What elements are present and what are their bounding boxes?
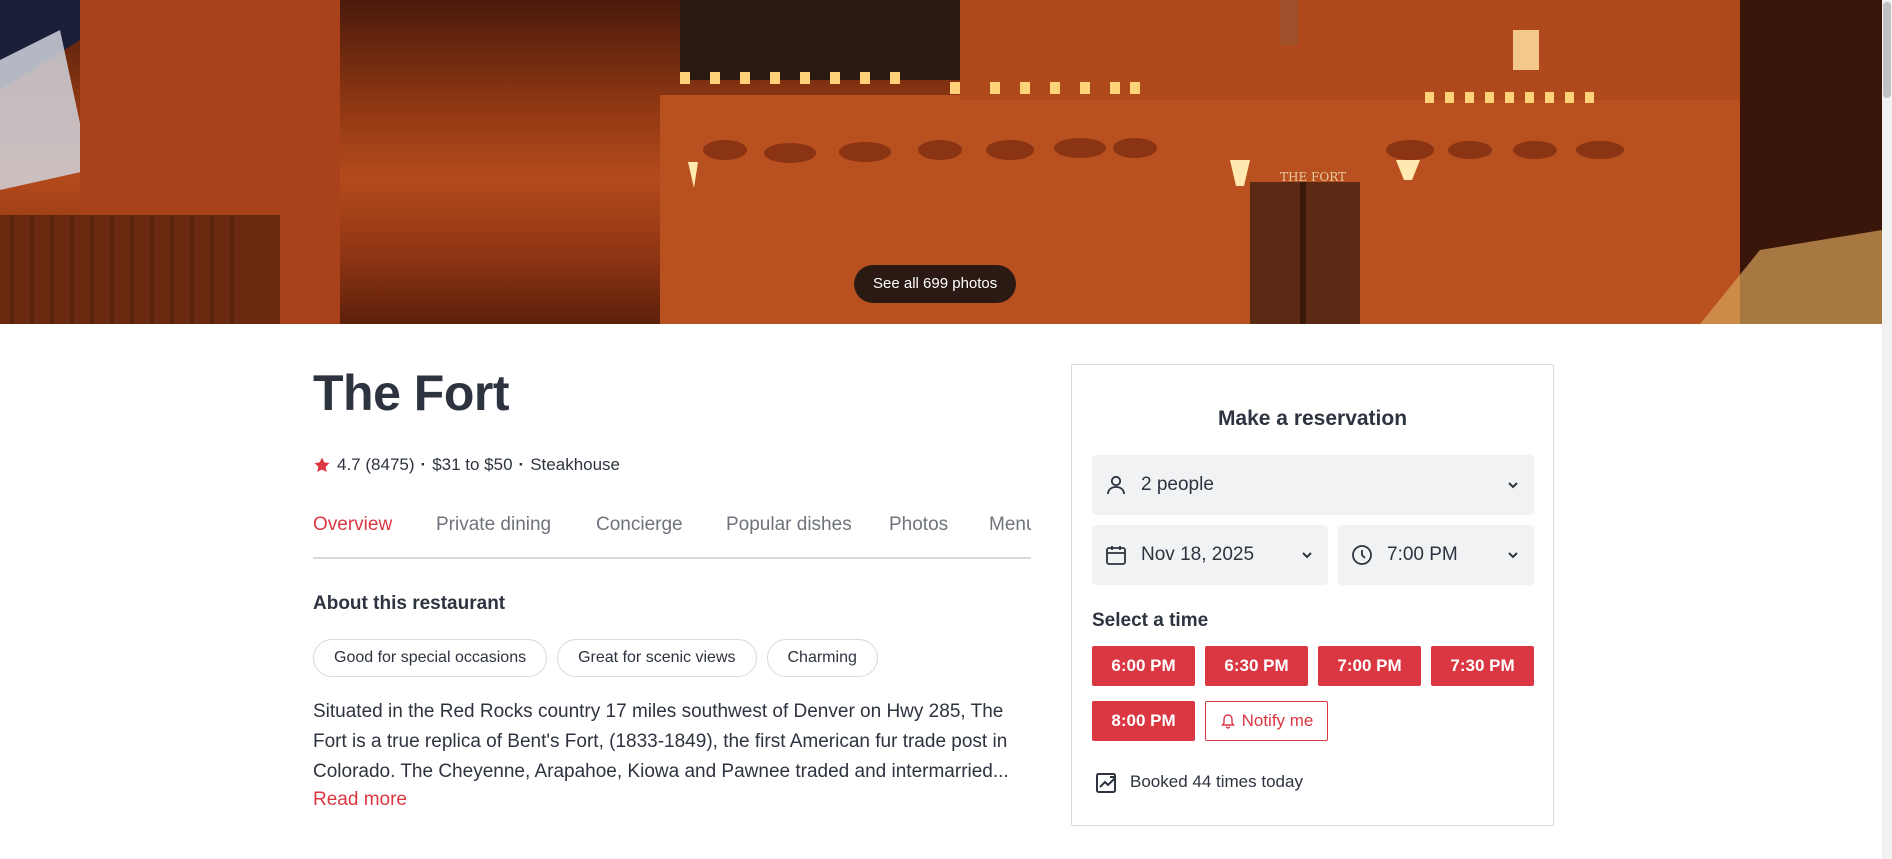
date-value: Nov 18, 2025 [1141, 544, 1255, 565]
scrollbar-thumb[interactable] [1883, 2, 1891, 98]
time-slot-button[interactable]: 6:00 PM [1092, 646, 1195, 686]
party-size-value: 2 people [1141, 474, 1214, 495]
review-count[interactable]: (8475) [365, 455, 414, 475]
price-range: $31 to $50 [432, 455, 513, 474]
about-heading: About this restaurant [313, 593, 506, 614]
time-value: 7:00 PM [1387, 544, 1458, 565]
tag-chip: Great for scenic views [557, 639, 757, 677]
chevron-down-icon [1508, 552, 1518, 559]
party-size-select[interactable]: 2 people [1092, 455, 1534, 515]
time-slot-button[interactable]: 8:00 PM [1092, 701, 1195, 741]
booked-text: Booked 44 times today [1130, 772, 1303, 791]
tab-popular-dishes[interactable]: Popular dishes [726, 508, 852, 557]
tab-menu[interactable]: Menu [989, 508, 1031, 557]
time-slot-button[interactable]: 7:00 PM [1318, 646, 1421, 686]
rating-value: 4.7 [337, 455, 361, 474]
tag-chip: Good for special occasions [313, 639, 548, 677]
tag-chip: Charming [766, 639, 878, 677]
chevron-down-icon [1302, 552, 1312, 559]
booked-count: Booked 44 times today [1094, 769, 1303, 795]
separator-dot: · [518, 455, 525, 474]
tab-overview[interactable]: Overview [313, 508, 392, 557]
see-all-photos-button[interactable]: See all 699 photos [854, 265, 1017, 303]
calendar-icon [1106, 546, 1126, 565]
notify-me-button[interactable]: Notify me [1205, 701, 1328, 741]
tab-concierge[interactable]: Concierge [596, 508, 683, 557]
tag-list: Good for special occasions Great for sce… [313, 639, 878, 677]
read-more-link[interactable]: Read more [313, 789, 407, 811]
person-icon [1107, 475, 1125, 495]
reservation-title: Make a reservation [1217, 407, 1408, 430]
chevron-down-icon [1508, 482, 1518, 489]
page-scrollbar[interactable] [1882, 0, 1892, 859]
time-slot-button[interactable]: 6:30 PM [1205, 646, 1308, 686]
bell-icon [1220, 714, 1235, 729]
time-select[interactable]: 7:00 PM [1338, 525, 1534, 585]
date-select[interactable]: Nov 18, 2025 [1092, 525, 1328, 585]
tab-private-dining[interactable]: Private dining [436, 508, 551, 557]
tab-photos[interactable]: Photos [889, 508, 948, 557]
sign-text: THE FORT [1280, 170, 1346, 184]
star-icon [314, 457, 330, 472]
restaurant-description: Situated in the Red Rocks country 17 mil… [313, 701, 1009, 782]
notify-me-label: Notify me [1241, 711, 1314, 730]
trending-up-icon [1096, 773, 1116, 793]
hero-photo[interactable]: THE FORT See all 699 photos [0, 0, 1882, 324]
time-slot-button[interactable]: 7:30 PM [1431, 646, 1534, 686]
select-time-label: Select a time [1092, 610, 1209, 631]
separator-dot: · [420, 455, 427, 474]
cuisine: Steakhouse [530, 455, 621, 474]
restaurant-meta: 4.7 (8475) · $31 to $50 · Steakhouse [313, 455, 620, 475]
clock-icon [1352, 545, 1372, 565]
restaurant-name: The Fort [313, 365, 509, 421]
reservation-card: Make a reservation 2 people Nov 18, 2025… [1071, 364, 1554, 826]
section-tabs: Overview Private dining Concierge Popula… [313, 508, 1031, 559]
